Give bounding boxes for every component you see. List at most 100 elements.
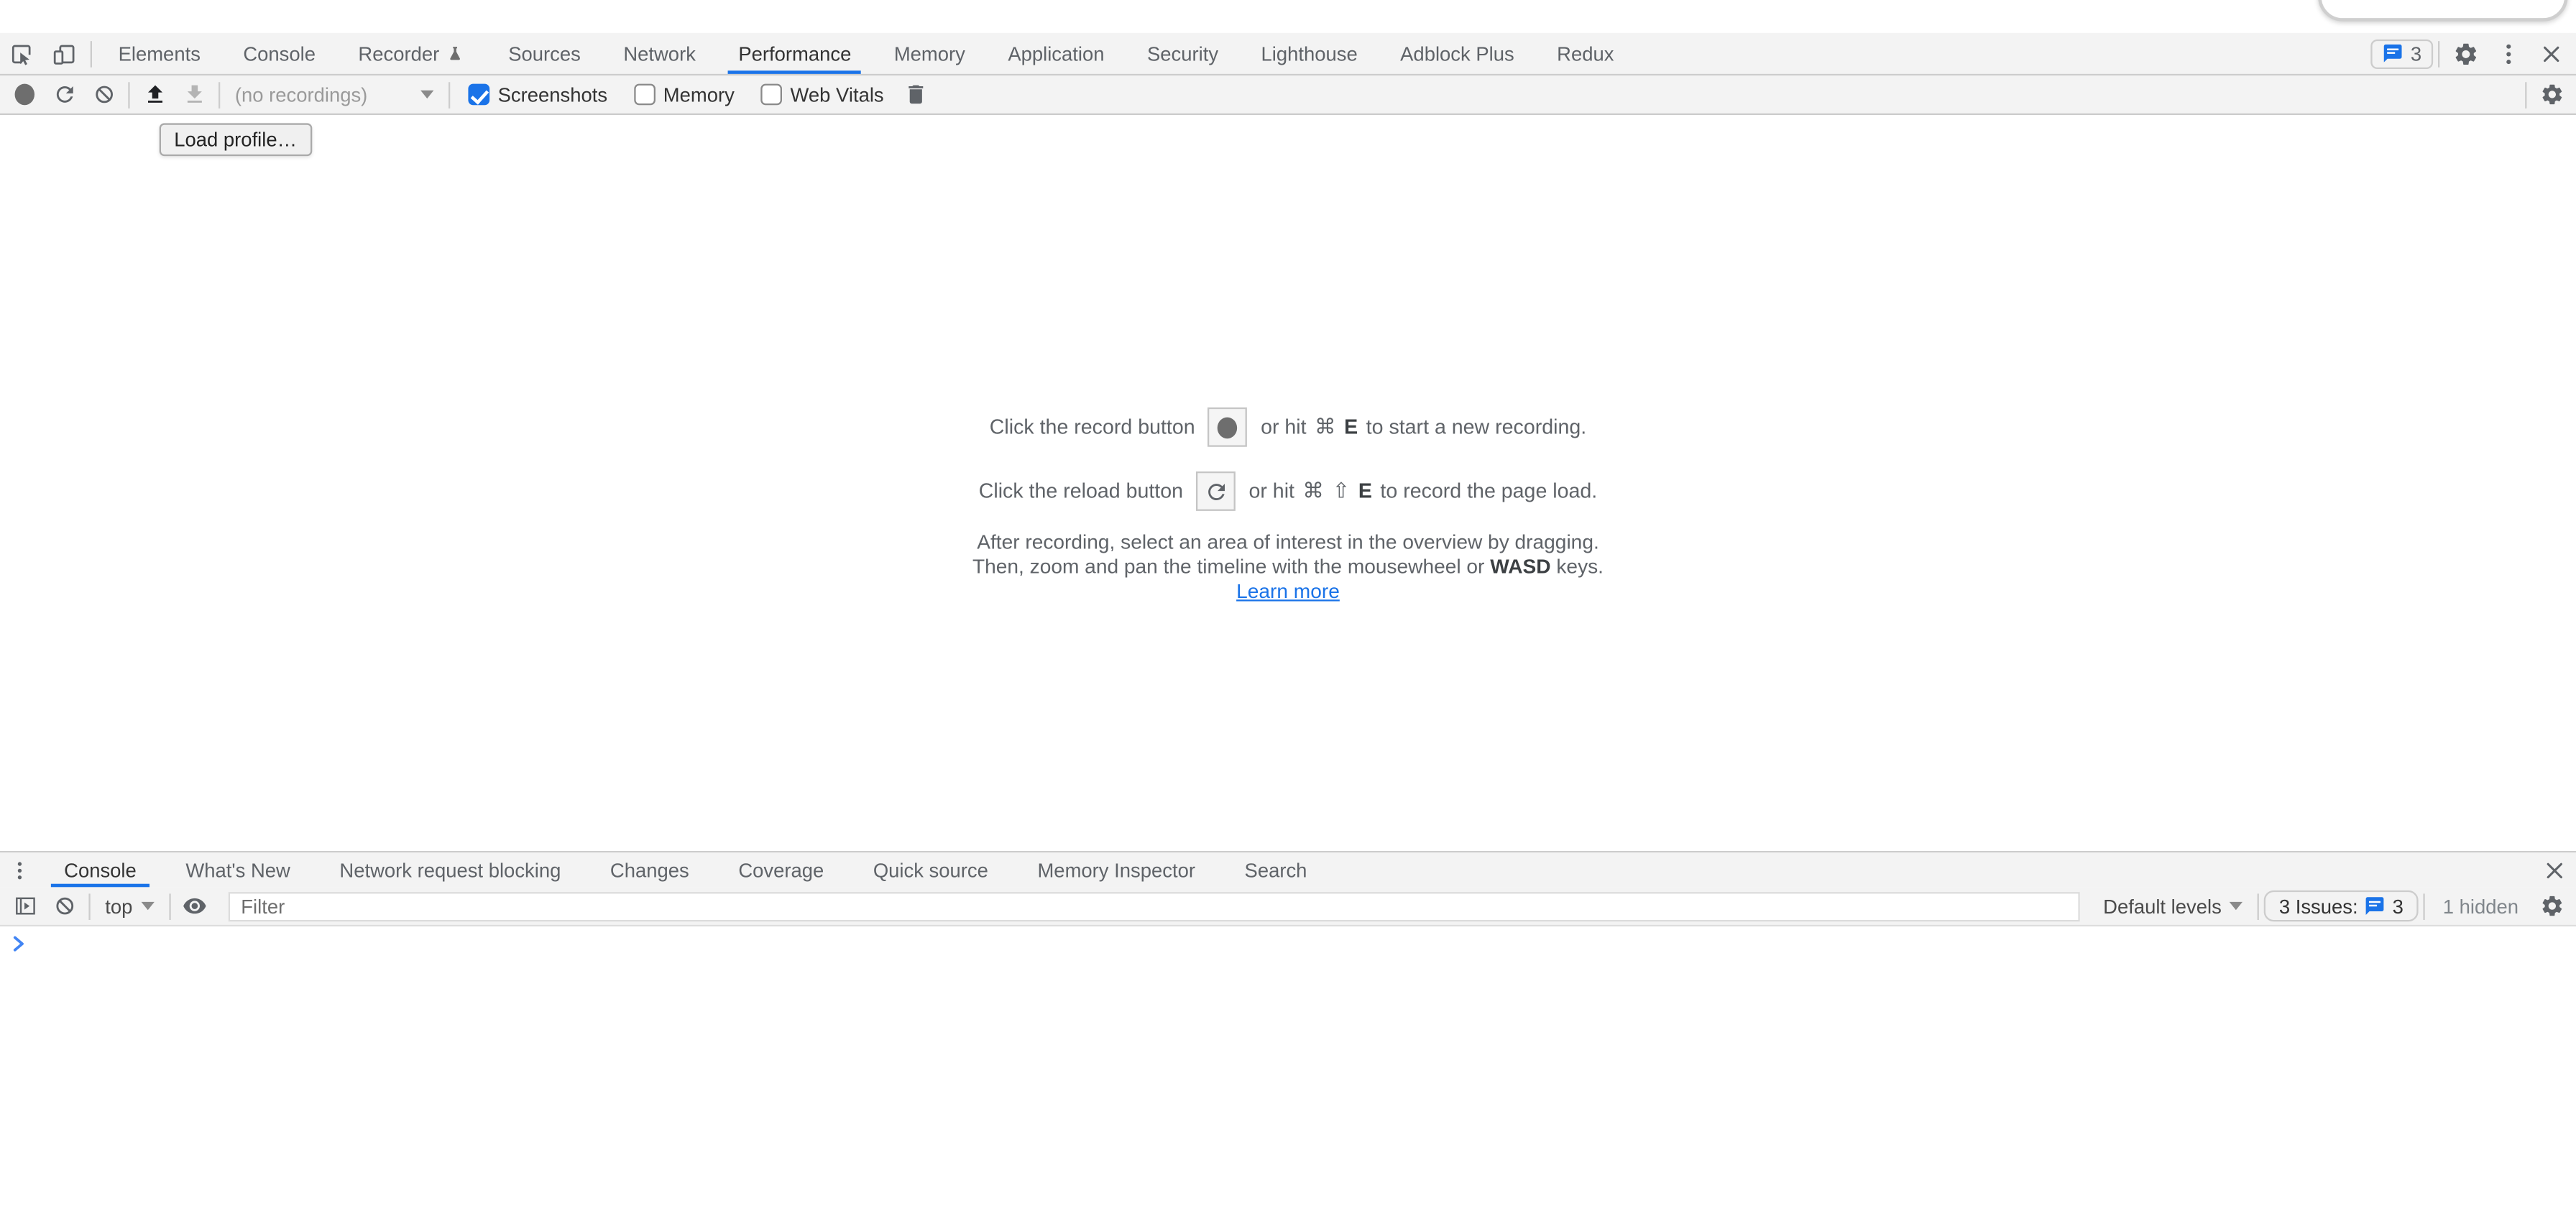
instruction-text: to record the page load. [1380, 479, 1597, 502]
console-sidebar-toggle[interactable] [5, 886, 45, 926]
drawer-tab-quick-source[interactable]: Quick source [857, 852, 1005, 887]
drawer-tab-changes[interactable]: Changes [594, 852, 706, 887]
console-messages-area[interactable] [0, 926, 2576, 1206]
drawer-tab-whats-new[interactable]: What's New [169, 852, 306, 887]
beaker-icon [446, 44, 465, 63]
issues-count: 3 [2411, 42, 2421, 65]
e-key-glyph: E [1344, 415, 1358, 438]
eye-icon [183, 893, 207, 918]
sidebar-icon [12, 893, 37, 918]
clear-console-button[interactable] [45, 886, 84, 926]
console-prompt-icon [10, 935, 28, 953]
tab-sources[interactable]: Sources [492, 33, 597, 74]
save-profile-button[interactable] [174, 75, 213, 114]
record-icon [15, 84, 34, 106]
tab-label: Search [1245, 858, 1307, 881]
console-filter-input[interactable] [228, 891, 2080, 921]
web-vitals-checkbox[interactable]: Web Vitals [760, 83, 883, 106]
issues-badge[interactable]: 3 [2371, 39, 2433, 68]
checkbox-label: Memory [663, 83, 735, 106]
record-button-illustration[interactable] [1208, 408, 1248, 447]
log-levels-selector[interactable]: Default levels [2093, 895, 2253, 918]
tab-redux[interactable]: Redux [1540, 33, 1630, 74]
close-drawer-button[interactable] [2534, 852, 2576, 887]
gear-icon [2539, 82, 2564, 106]
tab-network[interactable]: Network [607, 33, 712, 74]
divider [128, 81, 129, 108]
reload-button-illustration[interactable] [1196, 471, 1236, 511]
devtools-window: Elements Console Recorder Sources Networ… [0, 0, 2576, 1206]
shift-key-glyph: ⇧ [1333, 478, 1351, 505]
tab-application[interactable]: Application [991, 33, 1121, 74]
divider [2258, 893, 2259, 919]
download-icon [182, 82, 206, 106]
record-button[interactable] [5, 75, 45, 114]
block-icon [91, 82, 116, 106]
learn-more-link[interactable]: Learn more [1236, 579, 1340, 602]
wasd-keys-text: WASD [1490, 555, 1550, 578]
drawer-tab-search[interactable]: Search [1228, 852, 1324, 887]
checkbox-box [760, 84, 782, 106]
instruction-text: or hit [1248, 479, 1294, 502]
trash-icon [904, 82, 929, 106]
tab-memory[interactable]: Memory [878, 33, 982, 74]
hint-text: keys. [1551, 555, 1604, 578]
gear-icon [2539, 893, 2564, 918]
record-icon [1218, 416, 1238, 438]
clear-button[interactable] [84, 75, 124, 114]
chevron-down-icon [141, 902, 154, 910]
divider [88, 893, 90, 919]
console-settings-button[interactable] [2531, 886, 2571, 926]
tab-label: Memory Inspector [1037, 858, 1195, 881]
tab-label: Coverage [738, 858, 824, 881]
kebab-menu-icon [8, 858, 31, 881]
divider [2438, 40, 2439, 67]
close-icon [2538, 40, 2564, 67]
console-toolbar: top Default levels 3 Issues: 3 1 hidden [0, 887, 2576, 926]
tab-performance[interactable]: Performance [722, 33, 868, 74]
recordings-select[interactable]: (no recordings) [225, 83, 443, 106]
divider [91, 40, 92, 67]
tab-adblock-plus[interactable]: Adblock Plus [1384, 33, 1530, 74]
tooltip-text: Load profile… [174, 128, 297, 151]
instruction-text: to start a new recording. [1366, 415, 1587, 438]
inspect-element-button[interactable] [0, 33, 42, 74]
live-expression-button[interactable] [175, 886, 215, 926]
kebab-menu-icon [2496, 40, 2522, 67]
drawer-menu-button[interactable] [0, 852, 40, 887]
garbage-collect-button[interactable] [897, 75, 937, 114]
settings-button[interactable] [2444, 40, 2487, 67]
tab-label: Recorder [358, 42, 439, 65]
tab-console[interactable]: Console [226, 33, 331, 74]
instruction-text: Click the reload button [979, 479, 1183, 502]
browser-strip [0, 0, 2576, 33]
reload-and-record-button[interactable] [45, 75, 84, 114]
drawer-tab-network-request-blocking[interactable]: Network request blocking [323, 852, 578, 887]
more-options-button[interactable] [2488, 40, 2530, 67]
drawer-tab-memory-inspector[interactable]: Memory Inspector [1021, 852, 1212, 887]
device-toolbar-button[interactable] [42, 33, 85, 74]
memory-checkbox[interactable]: Memory [634, 83, 735, 106]
tab-lighthouse[interactable]: Lighthouse [1245, 33, 1374, 74]
load-profile-button[interactable] [134, 75, 174, 114]
levels-value: Default levels [2103, 895, 2222, 918]
tab-elements[interactable]: Elements [102, 33, 217, 74]
issues-counter-button[interactable]: 3 Issues: 3 [2264, 890, 2418, 921]
javascript-context-selector[interactable]: top [96, 895, 164, 918]
capture-settings-button[interactable] [2531, 75, 2571, 114]
screenshots-checkbox[interactable]: Screenshots [468, 83, 607, 106]
performance-panel: Click the record button or hit ⌘ E to st… [0, 115, 2576, 851]
usage-hint: After recording, select an area of inter… [960, 530, 1616, 604]
drawer-tab-console[interactable]: Console [47, 852, 152, 887]
devtools-tabbar: Elements Console Recorder Sources Networ… [0, 33, 2576, 75]
tab-security[interactable]: Security [1131, 33, 1235, 74]
recordings-select-value: (no recordings) [235, 83, 367, 106]
close-icon [2542, 857, 2568, 883]
context-value: top [105, 895, 132, 918]
chevron-down-icon [2230, 902, 2242, 910]
tab-recorder[interactable]: Recorder [342, 33, 482, 74]
tab-label: Sources [508, 42, 581, 65]
checkbox-label: Web Vitals [791, 83, 884, 106]
drawer-tab-coverage[interactable]: Coverage [722, 852, 840, 887]
close-devtools-button[interactable] [2530, 40, 2572, 67]
